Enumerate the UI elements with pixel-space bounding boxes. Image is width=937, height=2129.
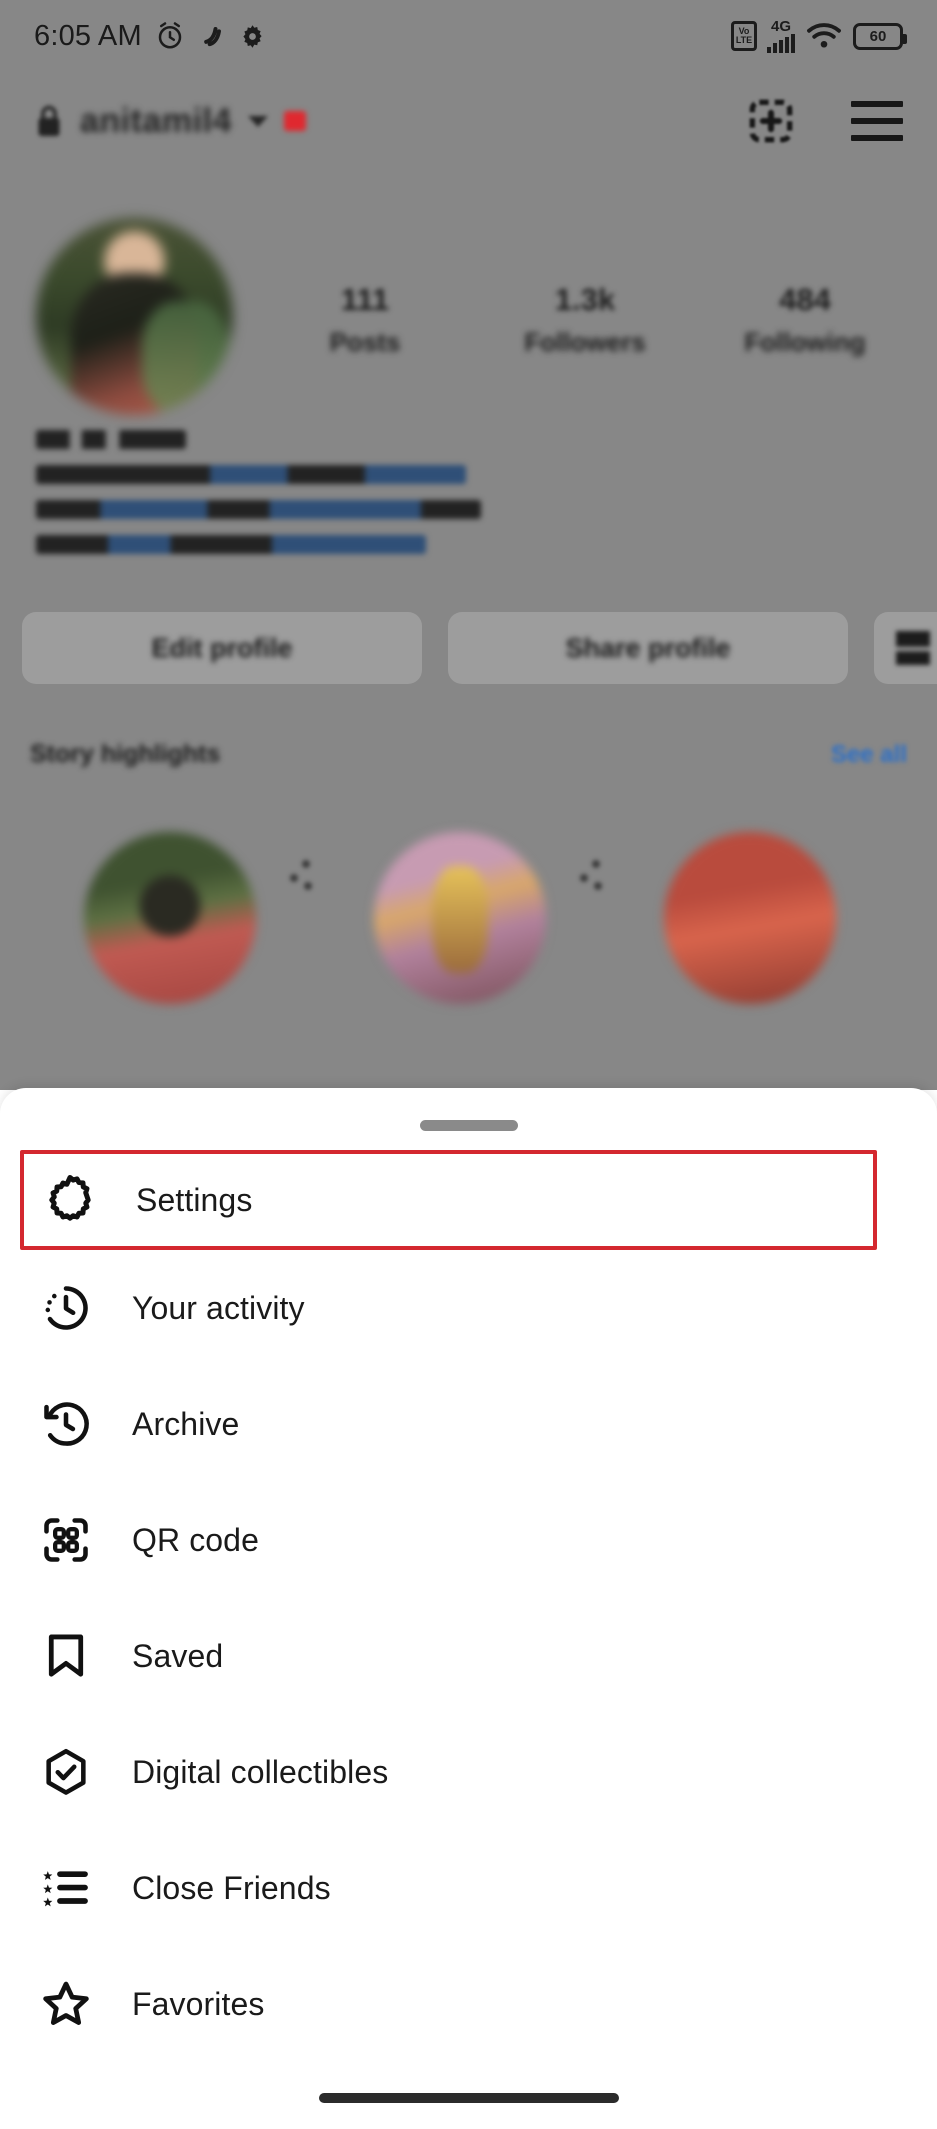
posts-count: 111 [340, 282, 390, 317]
story-highlight-2[interactable] [374, 832, 546, 1004]
menu-item-label: Your activity [132, 1289, 305, 1326]
network-type-label: 4G [770, 17, 791, 35]
following-count: 484 [779, 282, 831, 317]
share-profile-label: Share profile [565, 632, 731, 663]
followers-count: 1.3k [554, 282, 616, 317]
battery-percent: 60 [869, 27, 887, 45]
drag-handle[interactable] [419, 1120, 518, 1131]
phone-screen: 6:05 AM Vo LTE 4G 60 anitamil4 111 Posts… [0, 0, 937, 2129]
status-bar-right: Vo LTE 4G 60 [731, 17, 907, 53]
edit-profile-button[interactable]: Edit profile [22, 612, 422, 684]
gear-icon [32, 1162, 108, 1238]
status-badge [283, 111, 306, 131]
menu-item-your-activity[interactable]: Your activity [0, 1250, 937, 1366]
bio-line-2 [36, 465, 466, 484]
menu-item-archive[interactable]: Archive [0, 1366, 937, 1482]
lock-icon [34, 103, 64, 139]
bookmark-icon [28, 1618, 104, 1694]
story-highlights-row [0, 810, 937, 1050]
menu-item-close-friends[interactable]: Close Friends [0, 1830, 937, 1946]
menu-item-favorites[interactable]: Favorites [0, 1946, 937, 2062]
chevron-down-icon[interactable] [247, 115, 268, 127]
status-bar-left: 6:05 AM [34, 20, 266, 53]
gear-icon [239, 23, 266, 50]
add-person-icon [896, 631, 930, 665]
menu-item-label: Favorites [132, 1985, 265, 2022]
bio-line-4 [36, 535, 426, 554]
bio-line-3 [36, 500, 481, 519]
story-highlights-title: Story highlights [30, 740, 221, 768]
add-person-button[interactable] [874, 612, 937, 684]
activity-clock-icon [28, 1270, 104, 1346]
stat-followers[interactable]: 1.3k Followers [475, 282, 695, 358]
followers-label: Followers [524, 327, 646, 357]
profile-stats: 111 Posts 1.3k Followers 484 Following [255, 282, 915, 358]
status-bar: 6:05 AM Vo LTE 4G 60 [0, 0, 937, 72]
story-highlights-header: Story highlights See all [30, 740, 907, 769]
menu-item-qr-code[interactable]: QR code [0, 1482, 937, 1598]
status-time: 6:05 AM [34, 19, 142, 52]
profile-username: anitamil4 [80, 101, 232, 140]
following-label: Following [744, 327, 866, 357]
star-icon [28, 1966, 104, 2042]
username-group[interactable]: anitamil4 [34, 102, 306, 141]
add-post-icon[interactable] [743, 93, 799, 149]
stat-posts[interactable]: 111 Posts [255, 282, 475, 358]
gesture-nav-bar[interactable] [318, 2093, 619, 2103]
menu-item-digital-collectibles[interactable]: Digital collectibles [0, 1714, 937, 1830]
story-highlight-3[interactable] [664, 832, 836, 1004]
hamburger-menu-icon[interactable] [851, 101, 903, 141]
profile-action-buttons: Edit profile Share profile [22, 612, 937, 684]
wifi-icon [805, 21, 843, 51]
profile-top-bar: anitamil4 [0, 72, 937, 170]
menu-item-label: Digital collectibles [132, 1753, 389, 1790]
avatar-layer-b [142, 300, 230, 415]
avatar[interactable] [36, 218, 233, 415]
share-profile-button[interactable]: Share profile [448, 612, 848, 684]
star-list-icon [28, 1850, 104, 1926]
signal-bars [767, 33, 795, 53]
hexagon-check-icon [28, 1734, 104, 1810]
story-highlight-1[interactable] [84, 832, 256, 1004]
battery-icon: 60 [853, 22, 907, 50]
see-all-link[interactable]: See all [831, 741, 907, 769]
data-saver-icon [198, 22, 226, 50]
menu-item-label: Saved [132, 1637, 224, 1674]
stat-following[interactable]: 484 Following [695, 282, 915, 358]
menu-item-label: Close Friends [132, 1869, 331, 1906]
menu-item-label: QR code [132, 1521, 259, 1558]
menu-item-label: Settings [136, 1181, 253, 1218]
bottom-sheet: Settings Your activity Archive QR code S… [0, 1088, 937, 2129]
dimmed-profile-backdrop[interactable]: 6:05 AM Vo LTE 4G 60 anitamil4 111 Posts… [0, 0, 937, 1090]
alarm-icon [155, 21, 185, 51]
archive-clock-icon [28, 1386, 104, 1462]
profile-bio [36, 430, 596, 570]
top-bar-actions [743, 93, 903, 149]
signal-icon: 4G [767, 17, 795, 53]
menu-item-saved[interactable]: Saved [0, 1598, 937, 1714]
menu-item-settings[interactable]: Settings [20, 1150, 877, 1250]
volte-bottom: LTE [735, 35, 753, 45]
edit-profile-label: Edit profile [151, 632, 293, 663]
highlight-badge-1 [288, 860, 314, 890]
posts-label: Posts [329, 327, 401, 357]
bio-line-1 [36, 430, 186, 449]
qr-code-icon [28, 1502, 104, 1578]
highlight-badge-2 [578, 860, 604, 890]
volte-icon: Vo LTE [731, 21, 757, 51]
menu-item-label: Archive [132, 1405, 240, 1442]
sheet-menu-list: Settings Your activity Archive QR code S… [0, 1150, 937, 2062]
